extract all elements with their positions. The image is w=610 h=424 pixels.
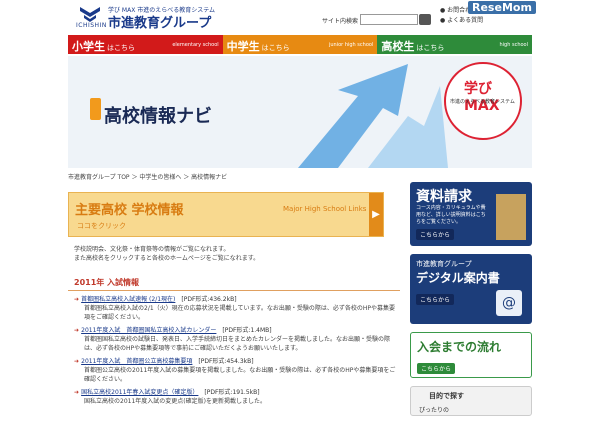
badge-subtitle: 市進のえらべる教育システム [450,99,515,105]
entry-desc: 首都圏私立高校入試の2/1（火）現在の応募状況を掲載しています。なお出願・受験の… [84,305,396,321]
banner-subtitle: ココをクリック [77,222,126,230]
pdf-label[interactable]: [PDF形式:1.4MB] [222,327,271,334]
entry-link[interactable]: 首都圏私立高校入試速報 (2/1現在) [81,296,175,303]
flow-cta[interactable]: こちらから [417,363,456,374]
enrollment-flow-button[interactable]: 入会までの流れ こちらから [410,332,532,378]
entry-link[interactable]: 2011年度入試 首都圏公立高校募集要項 [81,358,192,365]
entry-link[interactable]: 2011年度入試 首都圏国私立高校入試カレンダー [81,327,216,334]
hero-title: 高校情報ナビ [104,106,212,127]
manabi-max-badge[interactable]: 学び MAX 市進のえらべる教育システム [444,62,522,140]
breadcrumb[interactable]: 市進教育グループ TOP ＞ 中学生の皆様へ ＞ 高校情報ナビ [68,172,227,181]
search-by-purpose[interactable]: 目的で探す ぴったりの [410,386,532,416]
tab-high-school[interactable]: 高校生 はこちら high school [377,35,533,54]
entry-desc: 首都圏公立高校の2011年度入試の募集要項を掲載しました。なお出願・受験の際は、… [84,367,396,383]
section-title: 2011年 入試情報 [68,275,400,291]
resemom-watermark: ReseMom [468,1,536,14]
sidebar: 資料請求 コース内容・カリキュラムや費用など、詳しい説明資料はこちらをご覧くださ… [410,182,532,424]
hero-title-icon [90,98,101,120]
site-header: ICHISHIN 学び MAX 市進のえらべる教育システム 市進教育グループ サ… [0,0,610,34]
digital-line1: 市進教育グループ [416,260,472,268]
pdf-label[interactable]: [PDF形式:454.3kB] [198,358,253,365]
digital-line2: デジタル案内書 [416,271,500,285]
entry-desc: 首都圏国私立高校の試験日、発表日、入学手続締切日をまとめたカレンダーを掲載しまし… [84,336,391,352]
list-item: ➜ 国私立高校2011年春入試変更点（確定版） [PDF形式:191.5kB] 国… [68,388,400,406]
at-mail-icon: @ [496,290,522,316]
site-search-input[interactable] [360,14,418,25]
chevron-right-icon: ▶ [369,193,383,236]
pdf-label[interactable]: [PDF形式:436.2kB] [181,296,236,303]
banner-en-label: Major High School Links [283,205,367,213]
grade-nav: 小学生 はこちら elementary school 中学生 はこちら junior h… [68,35,533,54]
digital-guide-button[interactable]: 市進教育グループ デジタル案内書 こちらから @ [410,254,532,324]
pdf-label[interactable]: [PDF形式:191.5kB] [204,389,259,396]
brand-name[interactable]: 市進教育グループ [108,12,211,31]
entry-link[interactable]: 国私立高校2011年春入試変更点（確定版） [81,389,198,396]
major-school-banner[interactable]: 主要高校 学校情報 ココをクリック Major High School Link… [68,192,384,237]
logo-text: ICHISHIN [76,22,107,29]
site-search-button[interactable] [419,14,431,25]
envelope-icon [496,194,526,240]
ichishin-logo-icon[interactable] [78,5,102,23]
intro-text: 学校説明会、文化祭・体育祭等の情報がご覧になれます。 また高校名をクリックすると… [74,246,260,262]
request-subtitle: コース内容・カリキュラムや費用など、詳しい説明資料はこちらをご覧ください。 [416,205,486,225]
digital-cta[interactable]: こちらから [416,294,455,305]
tab-junior-high[interactable]: 中学生 はこちら junior high school [222,35,378,54]
flow-title: 入会までの流れ [417,340,502,354]
list-item: ➜ 2011年度入試 首都圏公立高校募集要項 [PDF形式:454.3kB] 首都… [68,357,400,384]
tab-elementary[interactable]: 小学生 はこちら elementary school [68,35,223,54]
faq-link[interactable]: ● よくある質問 [440,16,483,26]
request-title: 資料請求 [416,189,472,205]
request-materials-button[interactable]: 資料請求 コース内容・カリキュラムや費用など、詳しい説明資料はこちらをご覧くださ… [410,182,532,246]
badge-title: 学び MAX [464,81,500,114]
main-content: 主要高校 学校情報 ココをクリック Major High School Link… [68,182,400,406]
banner-title: 主要高校 学校情報 [75,203,184,218]
site-search-label: サイト内検索 [322,18,359,25]
entry-desc: 国私立高校の2011年度入試の変更点(確定版)を更新掲載しました。 [84,398,266,405]
list-item: ➜ 2011年度入試 首都圏国私立高校入試カレンダー [PDF形式:1.4MB] … [68,326,400,353]
request-cta[interactable]: こちらから [416,229,455,240]
list-item: ➜ 首都圏私立高校入試速報 (2/1現在) [PDF形式:436.2kB] 首都圏… [68,295,400,322]
purpose-sub: ぴったりの [419,407,450,414]
